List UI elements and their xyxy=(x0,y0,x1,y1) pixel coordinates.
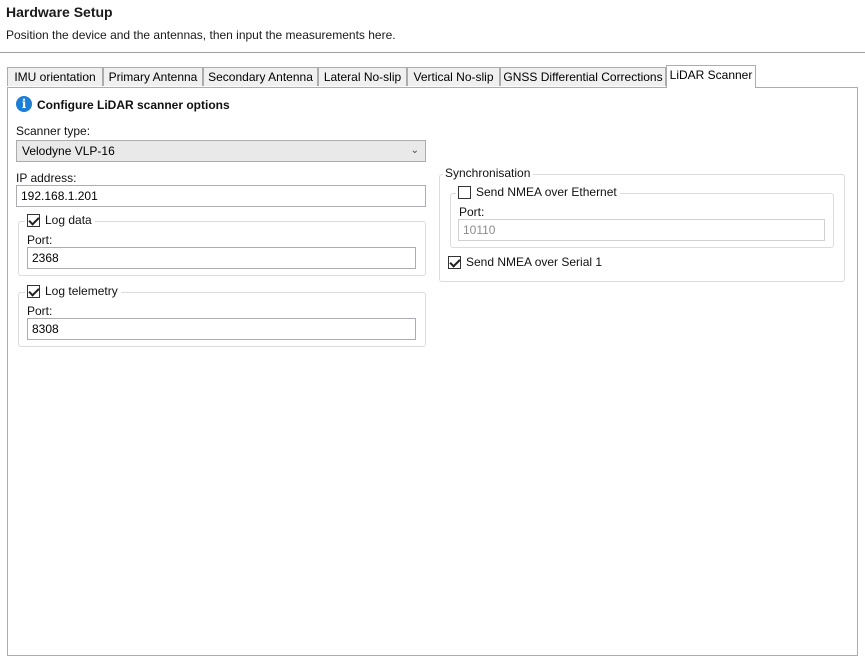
ip-address-label: IP address: xyxy=(16,171,77,185)
nmea-ethernet-checkbox[interactable]: Send NMEA over Ethernet xyxy=(456,185,620,199)
tab-secondary-antenna[interactable]: Secondary Antenna xyxy=(203,67,318,86)
scanner-type-value: Velodyne VLP-16 xyxy=(22,144,115,158)
log-telemetry-port-input[interactable]: 8308 xyxy=(27,318,416,340)
nmea-ethernet-label: Send NMEA over Ethernet xyxy=(476,185,617,199)
tab-lidar-scanner[interactable]: LiDAR Scanner xyxy=(666,65,756,88)
log-data-checkbox[interactable]: Log data xyxy=(25,213,95,227)
log-telemetry-port-label: Port: xyxy=(27,304,53,318)
info-icon: i xyxy=(16,96,32,112)
checkbox-checked-icon xyxy=(27,213,40,227)
nmea-ethernet-port-input[interactable]: 10110 xyxy=(458,219,825,241)
log-telemetry-label: Log telemetry xyxy=(45,284,118,298)
tab-gnss-differential-corrections[interactable]: GNSS Differential Corrections xyxy=(500,67,666,86)
ip-address-input[interactable]: 192.168.1.201 xyxy=(16,185,426,207)
log-data-label: Log data xyxy=(45,213,92,227)
scanner-type-select[interactable]: Velodyne VLP-16 ⌄ xyxy=(16,140,426,162)
header-separator xyxy=(0,52,865,53)
tab-vertical-no-slip[interactable]: Vertical No-slip xyxy=(407,67,500,86)
log-data-port-input[interactable]: 2368 xyxy=(27,247,416,269)
section-heading: Configure LiDAR scanner options xyxy=(37,98,230,112)
synchronisation-title: Synchronisation xyxy=(443,166,534,180)
nmea-serial-label: Send NMEA over Serial 1 xyxy=(466,255,603,269)
nmea-ethernet-port-label: Port: xyxy=(459,205,485,219)
checkbox-checked-icon xyxy=(448,255,461,269)
log-telemetry-checkbox[interactable]: Log telemetry xyxy=(25,284,121,298)
tab-lateral-no-slip[interactable]: Lateral No-slip xyxy=(318,67,407,86)
synchronisation-title-text: Synchronisation xyxy=(445,166,531,180)
scanner-type-label: Scanner type: xyxy=(16,124,91,138)
page-title: Hardware Setup xyxy=(6,4,113,20)
tab-primary-antenna[interactable]: Primary Antenna xyxy=(103,67,203,86)
checkbox-checked-icon xyxy=(27,284,40,298)
page-subtitle: Position the device and the antennas, th… xyxy=(6,28,396,42)
log-data-port-label: Port: xyxy=(27,233,53,247)
nmea-serial-checkbox[interactable]: Send NMEA over Serial 1 xyxy=(448,255,603,269)
tab-panel xyxy=(7,87,858,656)
tab-imu-orientation[interactable]: IMU orientation xyxy=(7,67,103,86)
checkbox-unchecked-icon xyxy=(458,185,471,199)
chevron-down-icon: ⌄ xyxy=(410,145,419,156)
